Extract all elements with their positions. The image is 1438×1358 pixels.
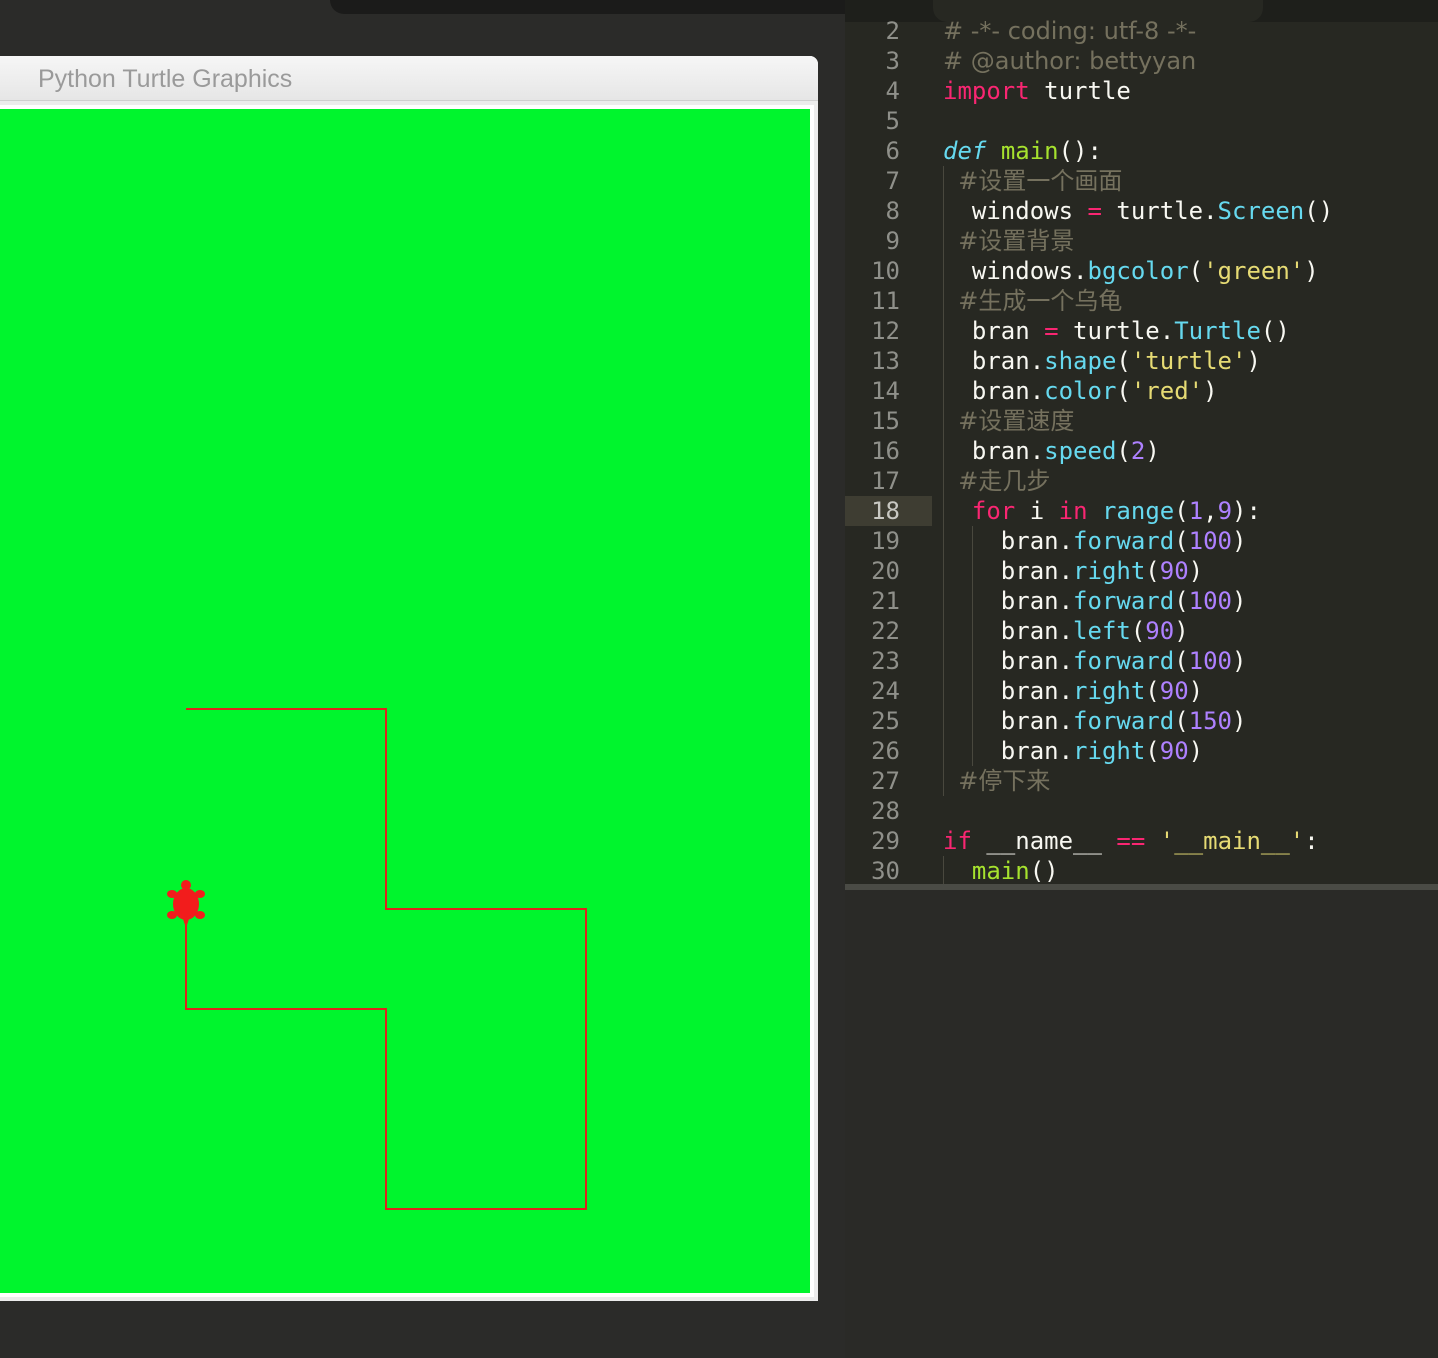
line-text[interactable]: bran.forward(150) (943, 706, 1247, 736)
code-line[interactable]: 24 bran.right(90) (845, 676, 1438, 706)
line-text[interactable]: #设置一个画面 (943, 166, 1122, 196)
line-number: 19 (871, 527, 900, 555)
line-text[interactable]: windows.bgcolor('green') (943, 256, 1319, 286)
line-text[interactable]: #设置速度 (943, 406, 1074, 436)
line-number: 10 (871, 257, 900, 285)
line-number: 18 (871, 497, 900, 525)
code-line[interactable]: 6 def main(): (845, 136, 1438, 166)
canvas-frame (0, 105, 814, 1297)
window-title: Python Turtle Graphics (38, 65, 293, 93)
line-text[interactable]: bran.forward(100) (943, 586, 1247, 616)
line-number: 23 (871, 647, 900, 675)
window-titlebar[interactable]: Python Turtle Graphics (0, 56, 818, 101)
line-text[interactable]: bran.speed(2) (943, 436, 1160, 466)
line-number: 30 (871, 857, 900, 885)
line-number: 3 (885, 47, 900, 75)
code-line[interactable]: 3 # @author: bettyyan (845, 46, 1438, 76)
line-text[interactable]: #生成一个乌龟 (943, 286, 1122, 316)
code-line[interactable]: 14 bran.color('red') (845, 376, 1438, 406)
line-number: 13 (871, 347, 900, 375)
line-text[interactable]: #走几步 (943, 466, 1050, 496)
code-line[interactable]: 18 for i in range(1,9): (845, 496, 1438, 526)
code-line[interactable]: 16 bran.speed(2) (845, 436, 1438, 466)
line-text[interactable]: main() (943, 856, 1059, 886)
line-text[interactable]: #停下来 (943, 766, 1050, 796)
code-line[interactable]: 25 bran.forward(150) (845, 706, 1438, 736)
code-line[interactable]: 9 #设置背景 (845, 226, 1438, 256)
line-text[interactable]: # -*- coding: utf-8 -*- (943, 16, 1196, 46)
code-line[interactable]: 28 (845, 796, 1438, 826)
line-number: 27 (871, 767, 900, 795)
line-text[interactable]: bran.color('red') (943, 376, 1218, 406)
line-number: 22 (871, 617, 900, 645)
code-line[interactable]: 7 #设置一个画面 (845, 166, 1438, 196)
line-text[interactable]: bran.right(90) (943, 556, 1203, 586)
output-panel (845, 890, 1438, 1358)
code-line[interactable]: 27 #停下来 (845, 766, 1438, 796)
code-line[interactable]: 4 import turtle (845, 76, 1438, 106)
canvas-background (0, 109, 810, 1293)
code-line[interactable]: 19 bran.forward(100) (845, 526, 1438, 556)
line-number: 15 (871, 407, 900, 435)
line-number: 26 (871, 737, 900, 765)
code-line[interactable]: 21 bran.forward(100) (845, 586, 1438, 616)
line-number: 17 (871, 467, 900, 495)
line-text[interactable]: # @author: bettyyan (943, 46, 1196, 76)
line-text[interactable]: bran.right(90) (943, 736, 1203, 766)
code-line[interactable]: 10 windows.bgcolor('green') (845, 256, 1438, 286)
code-line[interactable]: 8 windows = turtle.Screen() (845, 196, 1438, 226)
line-text[interactable]: bran.forward(100) (943, 526, 1247, 556)
code-area[interactable]: 2 # -*- coding: utf-8 -*- 3 # @author: bett… (845, 0, 1438, 886)
line-number: 25 (871, 707, 900, 735)
line-text[interactable]: bran.forward(100) (943, 646, 1247, 676)
code-line[interactable]: 12 bran = turtle.Turtle() (845, 316, 1438, 346)
code-line[interactable]: 5 (845, 106, 1438, 136)
code-line[interactable]: 22 bran.left(90) (845, 616, 1438, 646)
line-text[interactable]: windows = turtle.Screen() (943, 196, 1333, 226)
turtle-graphics-window: Python Turtle Graphics (0, 56, 818, 1301)
line-number: 29 (871, 827, 900, 855)
line-number: 20 (871, 557, 900, 585)
line-number: 8 (885, 197, 900, 225)
code-line[interactable]: 20 bran.right(90) (845, 556, 1438, 586)
line-number: 16 (871, 437, 900, 465)
line-text[interactable]: def main(): (943, 136, 1102, 166)
line-text[interactable]: if __name__ == '__main__': (943, 826, 1319, 856)
line-text[interactable]: bran.shape('turtle') (943, 346, 1261, 376)
code-line[interactable]: 30 main() (845, 856, 1438, 886)
indent-guide (943, 166, 944, 796)
line-number: 9 (885, 227, 900, 255)
line-text[interactable]: #设置背景 (943, 226, 1074, 256)
code-line[interactable]: 13 bran.shape('turtle') (845, 346, 1438, 376)
line-number: 14 (871, 377, 900, 405)
code-line[interactable]: 23 bran.forward(100) (845, 646, 1438, 676)
line-text[interactable]: bran.left(90) (943, 616, 1189, 646)
turtle-canvas[interactable] (0, 109, 810, 1293)
indent-guide (972, 526, 973, 766)
line-text[interactable]: bran = turtle.Turtle() (943, 316, 1290, 346)
line-text[interactable]: bran.right(90) (943, 676, 1203, 706)
line-number: 6 (885, 137, 900, 165)
code-line[interactable]: 17 #走几步 (845, 466, 1438, 496)
line-number: 2 (885, 17, 900, 45)
background-tab-bar (330, 0, 845, 14)
line-text[interactable]: for i in range(1,9): (943, 496, 1261, 526)
line-number: 5 (885, 107, 900, 135)
code-line[interactable]: 2 # -*- coding: utf-8 -*- (845, 16, 1438, 46)
code-editor[interactable]: 2 # -*- coding: utf-8 -*- 3 # @author: bett… (845, 0, 1438, 1358)
code-line[interactable]: 29 if __name__ == '__main__': (845, 826, 1438, 856)
line-number: 7 (885, 167, 900, 195)
code-line[interactable]: 15 #设置速度 (845, 406, 1438, 436)
line-number: 21 (871, 587, 900, 615)
line-number: 24 (871, 677, 900, 705)
line-number: 4 (885, 77, 900, 105)
line-number: 12 (871, 317, 900, 345)
indent-guide (943, 856, 944, 886)
line-number: 11 (871, 287, 900, 315)
line-number: 28 (871, 797, 900, 825)
code-line[interactable]: 26 bran.right(90) (845, 736, 1438, 766)
code-line[interactable]: 11 #生成一个乌龟 (845, 286, 1438, 316)
line-text[interactable]: import turtle (943, 76, 1131, 106)
